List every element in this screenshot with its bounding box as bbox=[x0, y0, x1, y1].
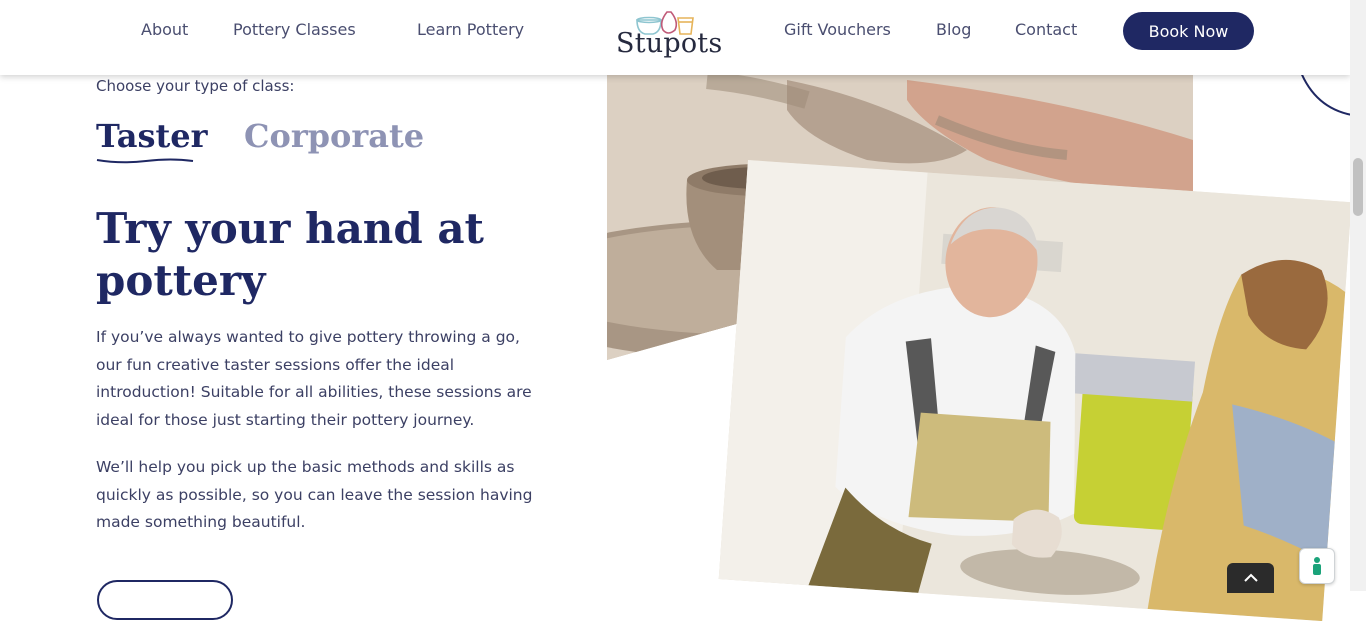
nav-about[interactable]: About bbox=[141, 20, 188, 39]
site-logo[interactable]: Stupots bbox=[615, 8, 725, 68]
logo-wordmark: Stupots bbox=[616, 28, 723, 59]
pottery-class-photo bbox=[718, 160, 1352, 621]
nav-gift-vouchers[interactable]: Gift Vouchers bbox=[784, 20, 891, 39]
nav-contact[interactable]: Contact bbox=[1015, 20, 1077, 39]
page-scrollbar[interactable] bbox=[1350, 0, 1366, 591]
intro-paragraph: If you’ve always wanted to give pottery … bbox=[96, 328, 532, 429]
scrollbar-thumb[interactable] bbox=[1353, 158, 1363, 216]
nav-learn-pottery[interactable]: Learn Pottery bbox=[417, 20, 524, 39]
section-action-button[interactable] bbox=[97, 580, 233, 620]
accessibility-icon bbox=[1313, 557, 1321, 575]
nav-pottery-classes[interactable]: Pottery Classes bbox=[233, 20, 356, 39]
class-type-label: Choose your type of class: bbox=[96, 77, 295, 95]
tab-corporate[interactable]: Corporate bbox=[244, 117, 424, 155]
skills-paragraph: We’ll help you pick up the basic methods… bbox=[96, 458, 533, 531]
book-now-button[interactable]: Book Now bbox=[1123, 12, 1254, 50]
tab-taster[interactable]: Taster bbox=[96, 117, 208, 155]
back-to-top-button[interactable] bbox=[1227, 563, 1274, 593]
accessibility-button[interactable] bbox=[1299, 548, 1335, 584]
site-header: About Pottery Classes Learn Pottery Stup… bbox=[0, 0, 1350, 75]
active-tab-underline bbox=[96, 158, 194, 164]
section-heading: Try your hand at pottery bbox=[96, 204, 484, 305]
nav-blog[interactable]: Blog bbox=[936, 20, 971, 39]
chevron-up-icon bbox=[1243, 573, 1258, 582]
